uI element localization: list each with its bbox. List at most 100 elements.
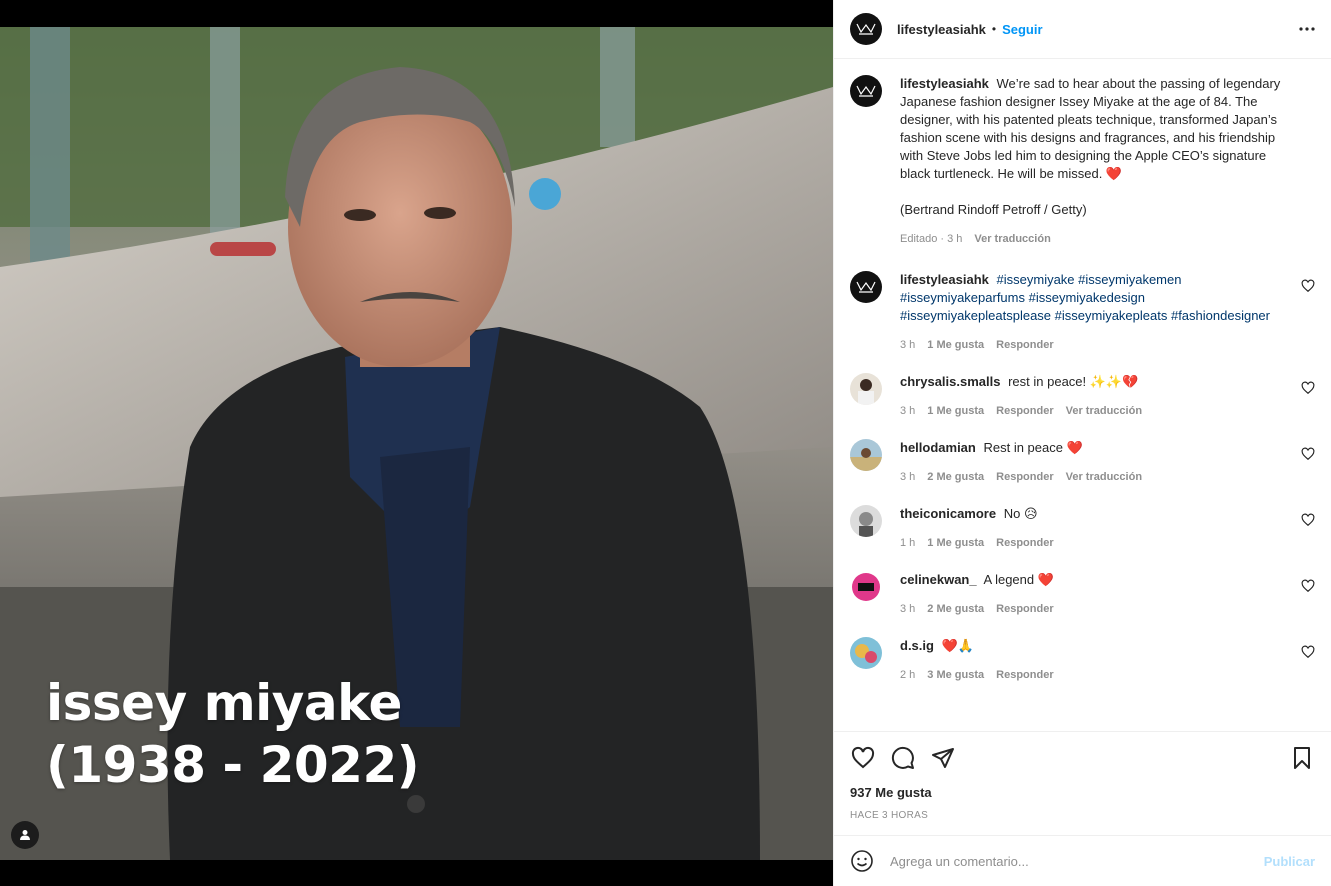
comment-reply[interactable]: Responder — [996, 603, 1053, 615]
post-side-panel: lifestyleasiahk • Seguir lifestyleasiahk… — [833, 0, 1331, 886]
comment-reply[interactable]: Responder — [996, 471, 1053, 483]
comment-item: d.s.ig ❤️🙏 2 h 3 Me gusta Responder — [850, 637, 1315, 681]
comment-input[interactable] — [890, 853, 1264, 869]
comment-meta: 3 h 2 Me gusta Responder Ver traducción — [900, 471, 1295, 483]
heart-icon — [851, 746, 875, 769]
user-tag-button[interactable] — [11, 821, 39, 849]
comment-avatar[interactable] — [850, 571, 882, 603]
comment-reply[interactable]: Responder — [996, 669, 1053, 681]
publish-button[interactable]: Publicar — [1264, 854, 1315, 869]
comment-likes[interactable]: 1 Me gusta — [927, 339, 984, 351]
comment-like-heart-icon[interactable] — [1301, 579, 1315, 593]
comment-time: 3 h — [900, 471, 916, 483]
likes-count[interactable]: 937 Me gusta — [850, 785, 1315, 800]
follow-button[interactable]: Seguir — [1002, 22, 1042, 37]
photo-credit: (Bertrand Rindoff Petroff / Getty) — [900, 202, 1087, 217]
author-avatar[interactable] — [850, 13, 882, 45]
overlay-years: (1938 - 2022) — [46, 736, 420, 794]
header-separator: • — [991, 22, 997, 36]
caption-text-block: lifestyleasiahk We’re sad to hear about … — [900, 75, 1300, 183]
comment-meta: 2 h 3 Me gusta Responder — [900, 669, 1295, 681]
comment-likes[interactable]: 2 Me gusta — [927, 603, 984, 615]
comment-avatar[interactable] — [850, 373, 882, 405]
comment-time: 3 h — [900, 339, 916, 351]
comment-time: 3 h — [900, 405, 916, 417]
comment-likes[interactable]: 2 Me gusta — [927, 471, 984, 483]
brand-crown-logo — [856, 281, 876, 293]
comment-avatar[interactable] — [850, 271, 882, 303]
comment-time: 1 h — [900, 537, 916, 549]
comment-username[interactable]: lifestyleasiahk — [900, 272, 989, 287]
caption-avatar[interactable] — [850, 75, 882, 107]
comment-username[interactable]: celinekwan_ — [900, 572, 977, 587]
comment-username[interactable]: theiconicamore — [900, 506, 996, 521]
comment-translate-link[interactable]: Ver traducción — [1066, 471, 1142, 483]
comment-text: Rest in peace ❤️ — [983, 440, 1083, 455]
comment-icon — [891, 746, 914, 769]
comment-username[interactable]: hellodamian — [900, 440, 976, 455]
comment-meta: 3 h 1 Me gusta Responder Ver traducción — [900, 405, 1295, 417]
save-button[interactable] — [1289, 745, 1315, 771]
comment-reply[interactable]: Responder — [996, 537, 1053, 549]
comment-text-block: hellodamian Rest in peace ❤️ — [900, 439, 1295, 457]
author-username[interactable]: lifestyleasiahk — [897, 22, 986, 37]
overlay-name: issey miyake — [46, 674, 402, 732]
comment-avatar[interactable] — [850, 439, 882, 471]
comment-meta: 3 h 1 Me gusta Responder — [900, 339, 1295, 351]
comment-text-block: celinekwan_ A legend ❤️ — [900, 571, 1295, 589]
comment-like-heart-icon[interactable] — [1301, 645, 1315, 659]
comment-text-block: theiconicamore No 😥 — [900, 505, 1295, 523]
more-icon — [1299, 27, 1315, 31]
instagram-post-modal: issey miyake (1938 - 2022) lifestyleasia… — [0, 0, 1331, 886]
comment-time: 3 h — [900, 603, 916, 615]
comment-translate-link[interactable]: Ver traducción — [1066, 405, 1142, 417]
comment-like-heart-icon[interactable] — [1301, 279, 1315, 293]
comment-likes[interactable]: 3 Me gusta — [927, 669, 984, 681]
brand-crown-logo — [856, 23, 876, 35]
comment-item: celinekwan_ A legend ❤️ 3 h 2 Me gusta R… — [850, 571, 1315, 615]
brand-crown-logo — [856, 85, 876, 97]
share-button[interactable] — [930, 745, 956, 771]
comment-avatar[interactable] — [850, 637, 882, 669]
post-header: lifestyleasiahk • Seguir — [834, 0, 1331, 59]
comment-item: lifestyleasiahk #isseymiyake #isseymiyak… — [850, 271, 1315, 351]
comments-list[interactable]: lifestyleasiahk We’re sad to hear about … — [834, 59, 1331, 731]
comment-time: 2 h — [900, 669, 916, 681]
comment-likes[interactable]: 1 Me gusta — [927, 405, 984, 417]
comment-text: No 😥 — [1003, 506, 1038, 521]
user-tag-icon — [20, 830, 30, 840]
caption-username[interactable]: lifestyleasiahk — [900, 76, 989, 91]
comment-username[interactable]: d.s.ig — [900, 638, 934, 653]
comment-item: hellodamian Rest in peace ❤️ 3 h 2 Me gu… — [850, 439, 1315, 483]
comment-like-heart-icon[interactable] — [1301, 381, 1315, 395]
overlay-caption: issey miyake (1938 - 2022) — [46, 672, 420, 796]
caption-time: Editado · 3 h — [900, 233, 963, 245]
comment-button[interactable] — [890, 745, 916, 771]
comment-reply[interactable]: Responder — [996, 405, 1053, 417]
comment-reply[interactable]: Responder — [996, 339, 1053, 351]
like-button[interactable] — [850, 745, 876, 771]
bookmark-icon — [1294, 747, 1310, 769]
comment-text-block: chrysalis.smalls rest in peace! ✨✨💔 — [900, 373, 1295, 391]
comment-text-block: lifestyleasiahk #isseymiyake #isseymiyak… — [900, 271, 1295, 325]
comment-text: rest in peace! ✨✨💔 — [1008, 374, 1139, 389]
comment-item: chrysalis.smalls rest in peace! ✨✨💔 3 h … — [850, 373, 1315, 417]
caption-text: We’re sad to hear about the passing of l… — [900, 76, 1281, 181]
more-options-button[interactable] — [1297, 19, 1317, 39]
emoji-icon[interactable] — [850, 849, 874, 873]
comment-like-heart-icon[interactable] — [1301, 447, 1315, 461]
post-media: issey miyake (1938 - 2022) — [0, 0, 833, 886]
comment-avatar[interactable] — [850, 505, 882, 537]
comment-meta: 3 h 2 Me gusta Responder — [900, 603, 1295, 615]
post-actions: 937 Me gusta HACE 3 HORAS — [834, 731, 1331, 835]
comment-likes[interactable]: 1 Me gusta — [927, 537, 984, 549]
action-icon-row — [850, 732, 1315, 784]
comment-like-heart-icon[interactable] — [1301, 513, 1315, 527]
caption-meta: Editado · 3 h Ver traducción — [900, 233, 1300, 245]
comment-text: ❤️🙏 — [941, 638, 974, 653]
comment-text-block: d.s.ig ❤️🙏 — [900, 637, 1295, 655]
share-icon — [932, 748, 954, 768]
comment-composer: Publicar — [834, 835, 1331, 886]
comment-username[interactable]: chrysalis.smalls — [900, 374, 1000, 389]
caption-translate-link[interactable]: Ver traducción — [974, 233, 1050, 245]
